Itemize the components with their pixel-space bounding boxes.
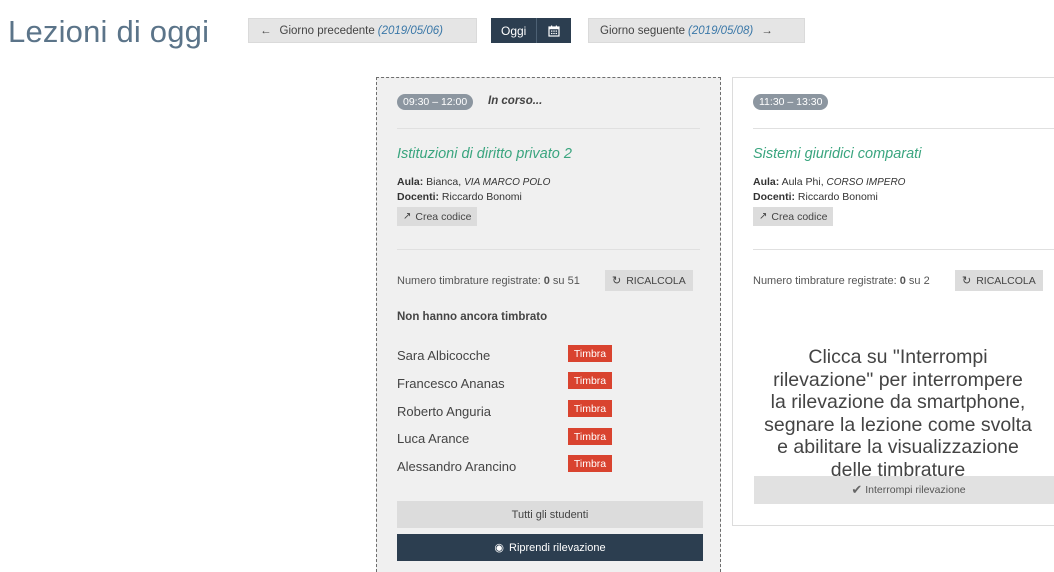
message-line: Clicca su "Interrompi [808,346,988,368]
room-label: Aula: [397,176,424,188]
all-students-button[interactable]: Tutti gli studenti [397,501,703,528]
create-code-button[interactable]: ↗︎ Crea codice [397,207,478,226]
room-info: Aula: Aula Phi, CORSO IMPERO [753,176,905,188]
lesson-time-badge: 09:30 – 12:00 [397,94,474,110]
teachers-label: Docenti: [397,191,439,203]
next-day-label: Giorno seguente [600,24,686,37]
resume-detection-button[interactable]: ◉ Riprendi rilevazione [397,534,703,561]
stamp-count: Numero timbrature registrate: 0 su 2 [753,275,930,287]
timbra-button[interactable]: Timbra [568,455,612,472]
timbra-button[interactable]: Timbra [568,372,612,389]
room-info: Aula: Bianca, VIA MARCO POLO [397,176,550,188]
eye-slash-icon: ◉ [494,542,504,554]
create-code-label: Crea codice [771,210,828,223]
message-line: e abilitare la visualizzazione [777,436,1019,458]
student-name: Roberto Anguria [397,404,491,419]
stamp-count-prefix: Numero timbrature registrate: [753,275,897,287]
timbra-button[interactable]: Timbra [568,400,612,417]
divider [753,249,1054,250]
room-label: Aula: [753,176,780,188]
lesson-card-current: 09:30 – 12:00 In corso... Istituzioni di… [376,77,721,572]
divider [397,249,700,250]
page-title: Lezioni di oggi [8,14,210,49]
today-button[interactable]: Oggi [491,18,538,43]
message-line: segnare la lezione come svolta [764,413,1032,436]
next-day-button[interactable]: Giorno seguente (2019/05/08) → [588,18,805,43]
today-button-group: Oggi [491,18,572,43]
message-line: rilevazione" per interrompere [773,368,1023,391]
student-name: Luca Arance [397,431,470,446]
timbra-button[interactable]: Timbra [568,428,612,445]
recalculate-label: RICALCOLA [976,274,1036,287]
room-address: CORSO IMPERO [826,177,906,188]
divider [753,128,1054,129]
check-icon: ✔ [851,482,863,497]
refresh-icon: ↻ [962,275,972,287]
course-title: Istituzioni di diritto privato 2 [397,146,572,162]
room-name: Bianca, [426,176,462,188]
stop-detection-label: Interrompi rilevazione [865,484,966,496]
lesson-time-badge: 11:30 – 13:30 [753,94,829,110]
stamp-count-suffix: su 2 [908,275,930,287]
teachers-info: Docenti: Riccardo Bonomi [753,191,878,203]
room-name: Aula Phi, [781,176,824,188]
stamp-count-prefix: Numero timbrature registrate: [397,275,541,287]
teachers-info: Docenti: Riccardo Bonomi [397,191,522,203]
not-stamped-heading: Non hanno ancora timbrato [397,311,548,323]
arrow-left-icon: ← [260,24,272,37]
course-title: Sistemi giuridici comparati [753,146,922,162]
teachers-name: Riccardo Bonomi [441,191,522,203]
stamp-count-value: 0 [899,275,906,287]
student-name: Sara Albicocche [397,348,491,363]
lesson-status: In corso... [488,95,543,107]
stop-detection-message: Clicca su "Interrompi rilevazione" per i… [733,346,1054,481]
create-code-label: Crea codice [415,210,472,223]
magic-wand-icon: ↗︎ [759,211,768,222]
student-name: Alessandro Arancino [397,459,517,474]
next-day-date: (2019/05/08) [688,24,754,37]
create-code-button[interactable]: ↗︎ Crea codice [753,207,834,226]
teachers-label: Docenti: [753,191,795,203]
recalculate-label: RICALCOLA [626,274,686,287]
lesson-card-next: 11:30 – 13:30 Sistemi giuridici comparat… [732,77,1054,526]
message-line: la rilevazione da smartphone, [770,391,1026,413]
previous-day-date: (2019/05/06) [377,24,443,37]
arrow-right-icon: → [761,24,773,37]
refresh-icon: ↻ [612,275,622,287]
stamp-count-value: 0 [543,275,550,287]
calendar-button[interactable] [537,18,571,43]
teachers-name: Riccardo Bonomi [797,191,878,203]
previous-day-label: Giorno precedente [279,24,375,37]
calendar-icon [548,25,560,37]
stop-detection-button[interactable]: ✔ Interrompi rilevazione [754,476,1054,504]
recalculate-button[interactable]: ↻ RICALCOLA [955,270,1043,291]
room-address: VIA MARCO POLO [464,177,551,188]
divider [397,128,700,129]
recalculate-button[interactable]: ↻ RICALCOLA [605,270,693,291]
timbra-button[interactable]: Timbra [568,345,612,362]
stamp-count: Numero timbrature registrate: 0 su 51 [397,275,580,287]
stamp-count-suffix: su 51 [552,275,580,287]
previous-day-button[interactable]: ← Giorno precedente (2019/05/06) [248,18,477,43]
magic-wand-icon: ↗︎ [403,211,412,222]
resume-detection-label: Riprendi rilevazione [509,541,606,554]
student-name: Francesco Ananas [397,376,505,391]
